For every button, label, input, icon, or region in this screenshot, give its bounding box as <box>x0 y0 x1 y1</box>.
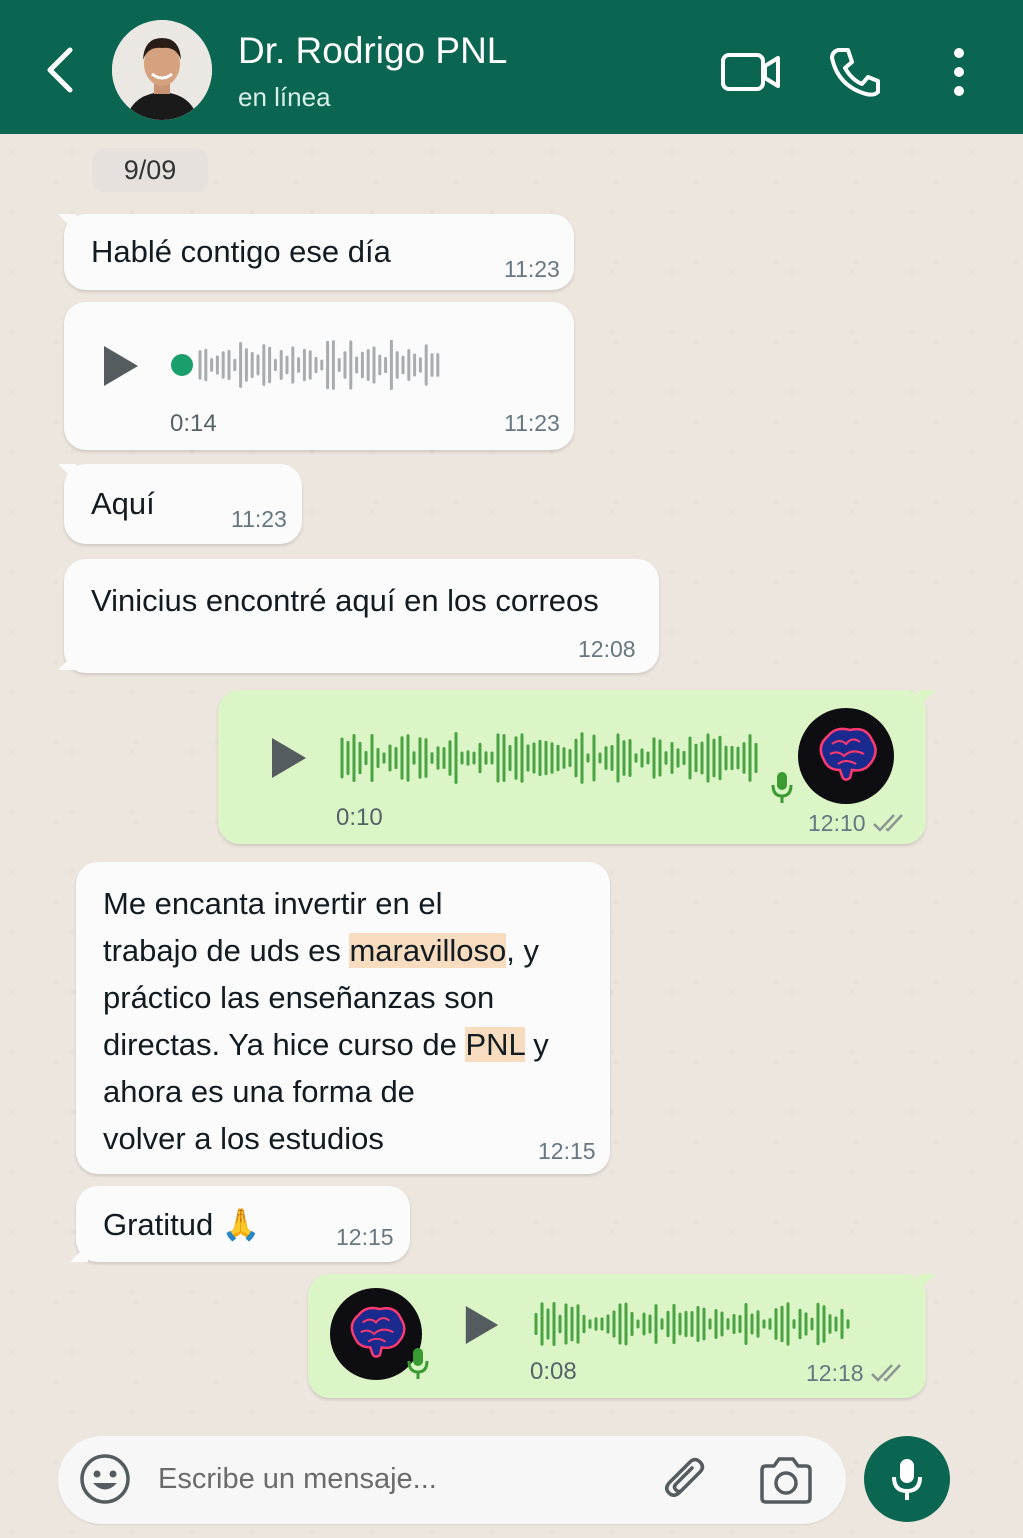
message-bubble-incoming[interactable]: Aquí 11:23 <box>64 464 302 544</box>
message-time: 12:10 <box>808 810 866 836</box>
message-time: 12:08 <box>578 636 636 662</box>
audio-duration: 0:14 <box>170 410 217 437</box>
audio-message-incoming[interactable]: 0:14 11:23 <box>64 302 574 450</box>
message-line: volver a los estudios <box>103 1121 384 1156</box>
message-text: Aquí <box>91 486 155 521</box>
audio-duration: 0:08 <box>530 1358 577 1385</box>
message-time: 11:23 <box>231 506 287 532</box>
date-chip: 9/09 <box>92 148 208 192</box>
play-icon[interactable] <box>268 734 310 782</box>
play-icon[interactable] <box>100 342 142 390</box>
contact-status: en línea <box>238 82 331 112</box>
message-line: trabajo de uds es maravilloso, y <box>103 933 539 968</box>
message-input[interactable]: Escribe un mensaje... <box>158 1463 437 1496</box>
message-text: Vinicius encontré aquí en los correos <box>91 583 599 618</box>
audio-waveform[interactable] <box>530 1302 856 1346</box>
message-bubble-incoming[interactable]: Vinicius encontré aquí en los correos 12… <box>64 559 659 673</box>
chat-header: Dr. Rodrigo PNL en línea <box>0 0 1023 134</box>
mic-icon <box>771 772 793 803</box>
message-bubble-incoming[interactable]: Gratitud 🙏 12:15 <box>76 1186 410 1262</box>
mic-icon <box>892 1459 922 1500</box>
contact-name[interactable]: Dr. Rodrigo PNL <box>238 30 507 72</box>
audio-progress-dot <box>171 354 193 376</box>
message-line: práctico las enseñanzas son <box>103 980 495 1015</box>
message-time: 12:15 <box>336 1224 394 1250</box>
contact-avatar[interactable] <box>112 20 212 120</box>
message-line: ahora es una forma de <box>103 1074 415 1109</box>
audio-duration: 0:10 <box>336 804 383 831</box>
bubble-tail <box>70 1244 88 1262</box>
highlighted-word: maravilloso <box>349 933 507 968</box>
audio-waveform[interactable] <box>168 340 448 390</box>
avatar-photo <box>112 20 212 120</box>
attach-icon[interactable] <box>660 1454 714 1508</box>
brain-avatar <box>798 708 894 804</box>
message-text: Hablé contigo ese día <box>91 234 391 269</box>
audio-message-outgoing[interactable]: 0:08 12:18 <box>308 1274 926 1398</box>
bubble-tail <box>918 1274 936 1292</box>
back-arrow-icon[interactable] <box>38 42 82 98</box>
mic-icon <box>407 1348 429 1379</box>
message-time: 12:18 <box>806 1360 864 1386</box>
message-time: 11:23 <box>504 410 560 436</box>
message-line: Me encanta invertir en el <box>103 886 443 921</box>
emoji-icon[interactable] <box>78 1452 132 1506</box>
play-icon[interactable] <box>462 1302 502 1348</box>
bubble-tail <box>58 652 76 670</box>
message-bubble-incoming[interactable]: Hablé contigo ese día 11:23 <box>64 214 574 290</box>
camera-icon[interactable] <box>758 1456 814 1506</box>
double-check-icon <box>871 1364 901 1382</box>
message-line: directas. Ya hice curso de PNL y <box>103 1027 549 1062</box>
message-time: 12:15 <box>538 1138 596 1164</box>
message-text: Gratitud 🙏 <box>103 1207 261 1242</box>
audio-message-outgoing[interactable]: 0:10 12:10 <box>218 690 926 844</box>
audio-waveform[interactable] <box>336 732 760 784</box>
bubble-tail <box>918 690 936 708</box>
message-time: 11:23 <box>504 256 560 282</box>
message-bubble-incoming[interactable]: Me encanta invertir en el trabajo de uds… <box>76 862 610 1174</box>
voice-record-button[interactable] <box>864 1436 950 1522</box>
double-check-icon <box>873 814 903 832</box>
video-call-icon[interactable] <box>720 50 782 94</box>
highlighted-word: PNL <box>465 1027 525 1062</box>
phone-icon[interactable] <box>828 46 882 98</box>
more-options-icon[interactable] <box>946 46 972 98</box>
